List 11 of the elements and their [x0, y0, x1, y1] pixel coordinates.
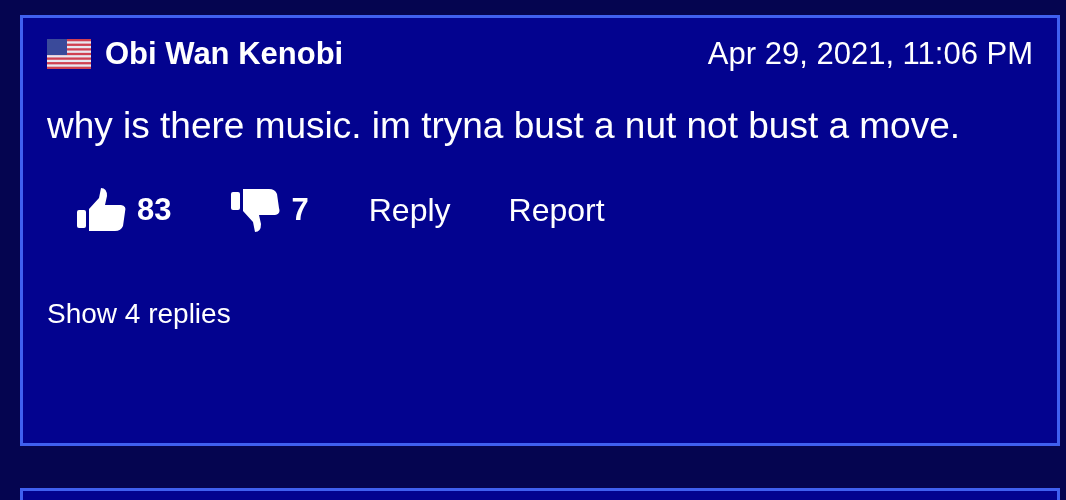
comment-text: why is there music. im tryna bust a nut not bust a move. [47, 104, 962, 148]
report-button[interactable]: Report [508, 191, 605, 229]
thumbs-down-icon [231, 188, 282, 232]
author-name[interactable]: Obi Wan Kenobi [105, 36, 344, 72]
reply-button[interactable]: Reply [368, 191, 451, 229]
show-replies-link[interactable]: Show 4 replies [47, 298, 231, 330]
dislike-button[interactable]: 7 [231, 188, 309, 232]
flag-icon [47, 39, 91, 69]
comment-date: Apr 29, 2021, 11:06 PM [707, 36, 1033, 72]
thumbs-up-icon [77, 188, 127, 232]
like-button[interactable]: 83 [77, 188, 172, 232]
